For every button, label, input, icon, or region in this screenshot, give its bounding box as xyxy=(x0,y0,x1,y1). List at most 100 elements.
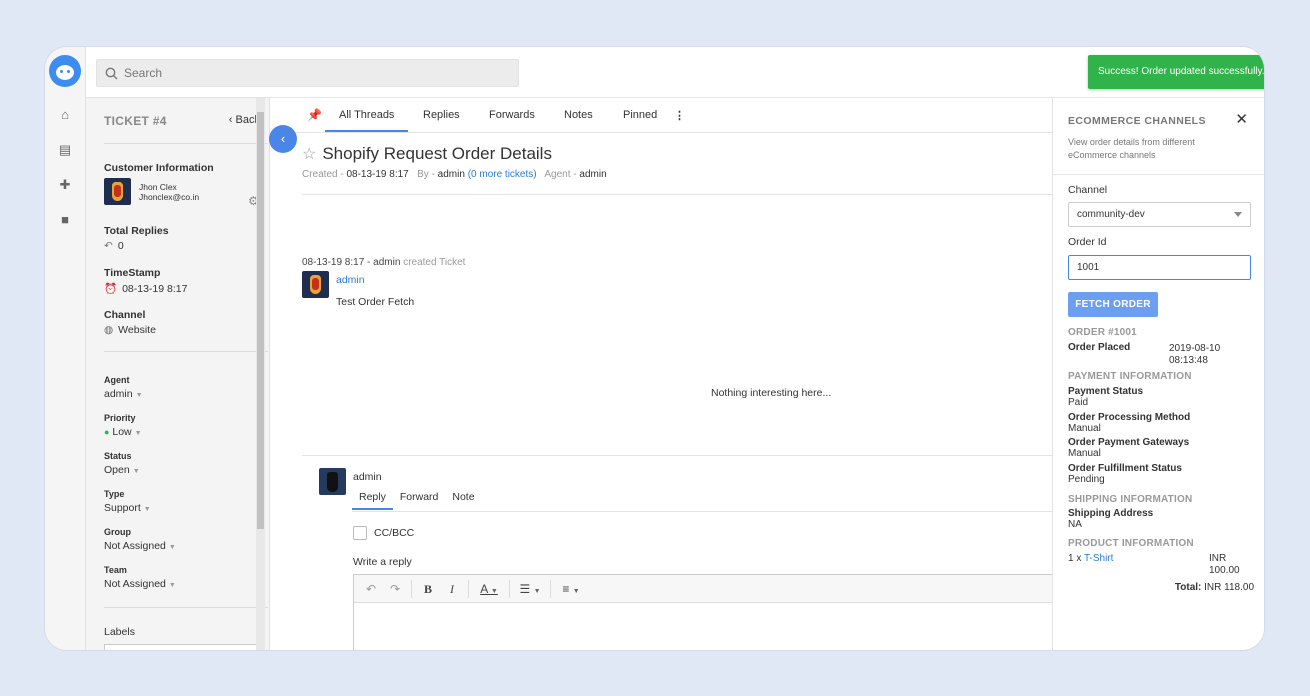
empty-state-text: Nothing interesting here... xyxy=(711,387,832,399)
group-dropdown[interactable]: Not Assigned ▼ xyxy=(104,540,176,552)
search-box[interactable] xyxy=(96,59,519,87)
caret-down-icon: ▼ xyxy=(135,392,143,399)
numbered-list-icon[interactable]: ≡ ▼ xyxy=(556,578,586,600)
undo-icon[interactable]: ↶ xyxy=(360,578,382,600)
collapse-sidebar-button[interactable]: ‹ xyxy=(269,125,297,153)
created-date: 08-13-19 8:17 xyxy=(346,169,409,180)
sidebar-scrollbar[interactable] xyxy=(256,98,265,650)
tab-notes[interactable]: Notes xyxy=(564,109,593,121)
thread-body: Test Order Fetch xyxy=(336,296,415,308)
tab-forwards[interactable]: Forwards xyxy=(489,109,535,121)
close-icon[interactable]: ✕ xyxy=(1235,110,1248,128)
total-label: Total: xyxy=(1174,582,1202,593)
product-price: INR 100.00 xyxy=(1209,553,1240,576)
tickets-icon[interactable]: ▤ xyxy=(57,142,73,158)
priority-dropdown[interactable]: ● Low ▼ xyxy=(104,426,142,438)
reply-editor[interactable]: ↶ ↷ B I A ▼ ☰ ▼ ≡ ▼ xyxy=(353,574,1068,650)
bold-icon[interactable]: B xyxy=(417,578,439,600)
text-color-icon[interactable]: A ▼ xyxy=(474,578,504,600)
caret-down-icon: ▼ xyxy=(132,468,140,475)
app-logo[interactable] xyxy=(49,55,81,87)
italic-icon[interactable]: I xyxy=(441,578,463,600)
search-input[interactable] xyxy=(124,66,504,80)
payment-gateways-label: Order Payment Gateways xyxy=(1068,437,1190,448)
type-dropdown[interactable]: Support ▼ xyxy=(104,502,151,514)
channel-select[interactable]: community-dev xyxy=(1068,202,1251,227)
labels-label: Labels xyxy=(104,626,135,638)
caret-down-icon xyxy=(1234,212,1242,217)
channel-value: Website xyxy=(118,324,156,336)
team-dropdown[interactable]: Not Assigned ▼ xyxy=(104,578,176,590)
agent-label: Agent xyxy=(104,375,130,385)
cc-bcc-label: CC/BCC xyxy=(374,527,415,539)
order-id-input[interactable] xyxy=(1068,255,1251,280)
panel-title: ECOMMERCE CHANNELS xyxy=(1068,115,1206,127)
thread-area: 📌 All Threads Replies Forwards Notes Pin… xyxy=(285,98,1068,650)
write-reply-label: Write a reply xyxy=(353,556,412,568)
tab-replies[interactable]: Replies xyxy=(423,109,460,121)
apps-icon[interactable]: ✚ xyxy=(57,177,73,193)
status-dropdown[interactable]: Open ▼ xyxy=(104,464,140,476)
product-link[interactable]: T-Shirt xyxy=(1084,553,1113,564)
search-icon xyxy=(105,67,118,79)
payment-heading: PAYMENT INFORMATION xyxy=(1068,371,1192,382)
bullet-list-icon[interactable]: ☰ ▼ xyxy=(515,578,545,600)
processing-method-label: Order Processing Method xyxy=(1068,412,1191,423)
order-id-label: Order Id xyxy=(1068,236,1107,248)
timestamp-value: 08-13-19 8:17 xyxy=(122,282,188,295)
customer-name: Jhon Clex xyxy=(139,181,177,192)
caret-down-icon: ▼ xyxy=(168,544,176,551)
more-tickets-link[interactable]: (0 more tickets) xyxy=(468,169,537,180)
knowledgebase-icon[interactable]: ■ xyxy=(57,212,73,228)
order-heading: ORDER #1001 xyxy=(1068,327,1137,338)
ticket-meta: Created - 08-13-19 8:17 By - admin (0 mo… xyxy=(302,169,607,180)
customer-email: Jhonclex@co.in xyxy=(139,191,200,202)
divider xyxy=(104,607,268,608)
processing-method-value: Manual xyxy=(1068,423,1101,434)
chevron-left-icon: ‹ xyxy=(228,114,236,126)
more-options-icon[interactable]: ⋮ xyxy=(674,109,685,122)
star-icon[interactable]: ☆ xyxy=(302,144,316,164)
editor-toolbar: ↶ ↷ B I A ▼ ☰ ▼ ≡ ▼ xyxy=(354,575,1067,603)
pin-icon[interactable]: 📌 xyxy=(307,108,322,122)
tab-all-threads[interactable]: All Threads xyxy=(325,109,409,132)
fulfillment-status-value: Pending xyxy=(1068,474,1105,485)
priority-label: Priority xyxy=(104,413,136,423)
thread-author-avatar xyxy=(302,271,329,298)
home-icon[interactable]: ⌂ xyxy=(57,107,73,123)
reply-area: admin Reply Forward Note CC/BCC Write a … xyxy=(302,455,1068,650)
shipping-address-label: Shipping Address xyxy=(1068,508,1154,519)
divider xyxy=(104,143,268,144)
team-label: Team xyxy=(104,565,127,575)
redo-icon[interactable]: ↷ xyxy=(384,578,406,600)
tab-forward[interactable]: Forward xyxy=(393,491,446,510)
assigned-agent: admin xyxy=(579,169,607,180)
reply-icon: ↶ xyxy=(104,240,113,252)
payment-status-label: Payment Status xyxy=(1068,386,1144,397)
tab-note[interactable]: Note xyxy=(445,491,481,510)
shipping-address-value: NA xyxy=(1068,519,1082,530)
product-line: 1 x T-Shirt xyxy=(1068,553,1114,564)
timestamp-label: TimeStamp xyxy=(104,267,161,279)
tab-reply[interactable]: Reply xyxy=(352,491,393,510)
thread-entry-meta: 08-13-19 8:17 - admin created Ticket xyxy=(302,257,466,268)
channel-select-label: Channel xyxy=(1068,184,1108,196)
tab-pinned[interactable]: Pinned xyxy=(623,109,657,121)
total-value: INR 118.00 xyxy=(1204,582,1254,593)
toast-message: Success! Order updated successfully. xyxy=(1098,66,1264,77)
payment-gateways-value: Manual xyxy=(1068,448,1101,459)
success-toast: Success! Order updated successfully. × xyxy=(1088,55,1264,89)
agent-dropdown[interactable]: admin ▼ xyxy=(104,388,143,400)
thread-author-link[interactable]: admin xyxy=(336,274,365,286)
reply-user-avatar xyxy=(319,468,346,495)
divider xyxy=(302,194,1052,195)
total-replies-label: Total Replies xyxy=(104,225,169,237)
group-label: Group xyxy=(104,527,131,537)
fetch-order-button[interactable]: FETCH ORDER xyxy=(1068,292,1158,317)
caret-down-icon: ▼ xyxy=(168,582,176,589)
top-bar: Success! Order updated successfully. × xyxy=(86,47,1264,98)
order-placed-label: Order Placed xyxy=(1068,342,1131,353)
labels-input[interactable] xyxy=(104,644,262,650)
cc-bcc-checkbox[interactable] xyxy=(353,526,367,540)
product-heading: PRODUCT INFORMATION xyxy=(1068,538,1194,549)
